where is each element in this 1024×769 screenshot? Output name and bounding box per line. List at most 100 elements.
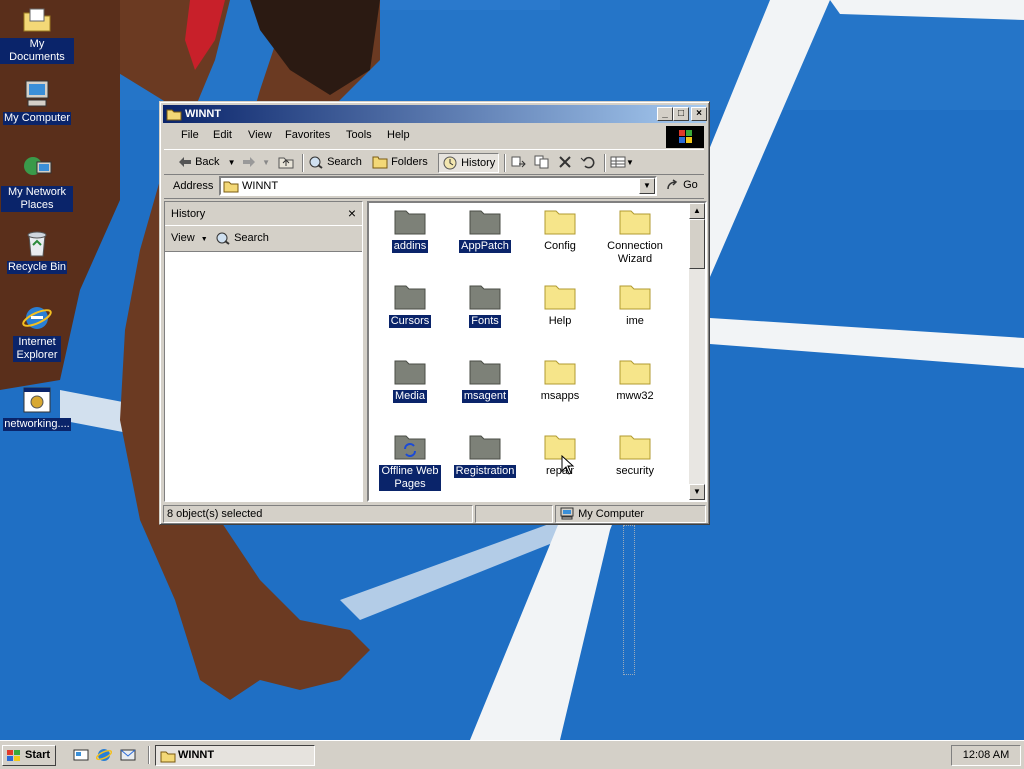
toolbar-separator [504, 154, 506, 172]
outlook-express-icon[interactable] [120, 747, 136, 763]
taskbar-button-label: WINNT [178, 749, 215, 761]
desktop-icon-my-documents[interactable]: My Documents [0, 4, 74, 64]
folder-item[interactable]: Connection Wizard [598, 206, 672, 266]
scroll-up-button[interactable]: ▲ [689, 203, 705, 219]
network-icon [24, 157, 52, 175]
delete-button[interactable] [558, 153, 572, 171]
address-label: Address [173, 180, 214, 192]
folder-item[interactable]: Offline Web Pages [373, 431, 447, 491]
folder-item[interactable]: mww32 [598, 356, 672, 403]
history-list[interactable] [165, 251, 362, 502]
desktop-icon-networking[interactable]: networking.... [0, 384, 74, 431]
close-button[interactable]: × [691, 107, 707, 121]
folder-item[interactable]: AppPatch [448, 206, 522, 253]
desktop-icon-recycle-bin[interactable]: Recycle Bin [0, 227, 74, 274]
folder-label: Help [548, 315, 572, 327]
taskbar: Start WINNT 12:08 AM [0, 740, 1024, 769]
folder-item[interactable]: security [598, 431, 672, 478]
search-button[interactable]: Search [308, 153, 362, 171]
history-search-button[interactable]: Search [215, 231, 269, 245]
folders-label: Folders [391, 156, 428, 168]
history-view-button[interactable]: View ▼ [171, 232, 208, 244]
folder-item[interactable]: msagent [448, 356, 522, 403]
folder-icon [619, 210, 651, 235]
folder-icon [394, 360, 426, 385]
my-documents-icon [23, 8, 51, 32]
folder-icon [544, 285, 576, 310]
folder-icon [469, 435, 501, 460]
history-pane-title: History [171, 208, 206, 220]
desktop-icon-my-network-places[interactable]: My Network Places [0, 152, 74, 212]
menu-help[interactable]: Help [387, 129, 410, 141]
copy-to-icon [534, 155, 549, 169]
folder-item[interactable]: addins [373, 206, 447, 253]
desktop-icon-label: Internet Explorer [13, 336, 61, 362]
folder-item[interactable]: msapps [523, 356, 597, 403]
address-input[interactable]: WINNT ▼ [219, 176, 657, 196]
go-button[interactable]: Go [666, 179, 698, 191]
file-view[interactable]: addins AppPatch Config Connection Wizard Cur… [367, 201, 707, 502]
back-dropdown-icon[interactable]: ▼ [228, 158, 236, 167]
forward-dropdown-icon[interactable]: ▼ [262, 158, 270, 167]
folder-item[interactable]: ime [598, 281, 672, 328]
views-dropdown-icon[interactable]: ▼ [626, 158, 634, 167]
menu-file[interactable]: File [181, 129, 199, 141]
menu-view[interactable]: View [248, 129, 272, 141]
folder-item[interactable]: repair [523, 431, 597, 478]
history-icon [443, 156, 457, 170]
history-button[interactable]: History [438, 153, 500, 173]
undo-button[interactable] [580, 153, 596, 171]
folder-label: Cursors [388, 315, 432, 328]
title-bar[interactable]: WINNT _ □ × [163, 105, 707, 123]
folder-item[interactable]: Fonts [448, 281, 522, 328]
toolbar-separator [604, 154, 606, 172]
folder-item[interactable]: Cursors [373, 281, 447, 328]
minimize-button[interactable]: _ [657, 107, 673, 121]
menu-tools[interactable]: Tools [346, 129, 372, 141]
show-desktop-icon[interactable] [73, 747, 89, 763]
menu-bar: File Edit View Favorites Tools Help [164, 126, 704, 146]
folder-label: msagent [461, 390, 509, 403]
move-to-icon [511, 156, 526, 168]
offline-folder-icon [394, 435, 426, 460]
go-label: Go [683, 179, 698, 191]
desktop-icon-label: My Documents [0, 38, 74, 64]
start-button[interactable]: Start [2, 745, 56, 766]
taskbar-button-winnt[interactable]: WINNT [155, 745, 315, 766]
close-history-pane-button[interactable]: × [348, 205, 356, 221]
forward-button[interactable]: ▼ [242, 153, 270, 171]
folder-label: addins [391, 240, 429, 253]
go-arrow-icon [667, 179, 678, 190]
back-button[interactable]: Back ▼ [178, 153, 236, 171]
scroll-thumb[interactable] [689, 219, 705, 269]
folder-item[interactable]: Config [523, 206, 597, 253]
copy-to-button[interactable] [534, 153, 550, 171]
views-button[interactable]: ▼ [610, 153, 634, 171]
folders-button[interactable]: Folders [372, 153, 428, 171]
system-tray-clock[interactable]: 12:08 AM [951, 745, 1021, 766]
address-dropdown-button[interactable]: ▼ [639, 178, 655, 194]
up-folder-button[interactable] [278, 153, 294, 171]
folder-icon [394, 210, 426, 235]
desktop-icon-my-computer[interactable]: My Computer [0, 78, 74, 125]
mouse-cursor-icon [561, 455, 575, 475]
history-search-label: Search [234, 231, 269, 244]
folder-icon [619, 285, 651, 310]
desktop-icon-internet-explorer[interactable]: Internet Explorer [0, 302, 74, 362]
vertical-scrollbar[interactable]: ▲ ▼ [689, 203, 705, 500]
maximize-button[interactable]: □ [673, 107, 689, 121]
recycle-bin-icon [27, 231, 47, 257]
menu-favorites[interactable]: Favorites [285, 129, 330, 141]
internet-explorer-icon[interactable] [96, 747, 112, 763]
folder-item[interactable]: Registration [448, 431, 522, 478]
menu-edit[interactable]: Edit [213, 129, 232, 141]
folder-label: msapps [540, 390, 580, 402]
scroll-down-button[interactable]: ▼ [689, 484, 705, 500]
folder-icon [469, 285, 501, 310]
back-label: Back [195, 156, 220, 168]
folder-label: Offline Web Pages [379, 465, 441, 491]
move-to-button[interactable] [510, 153, 526, 171]
folder-item[interactable]: Media [373, 356, 447, 403]
folder-item[interactable]: Help [523, 281, 597, 328]
up-folder-icon [278, 157, 294, 169]
